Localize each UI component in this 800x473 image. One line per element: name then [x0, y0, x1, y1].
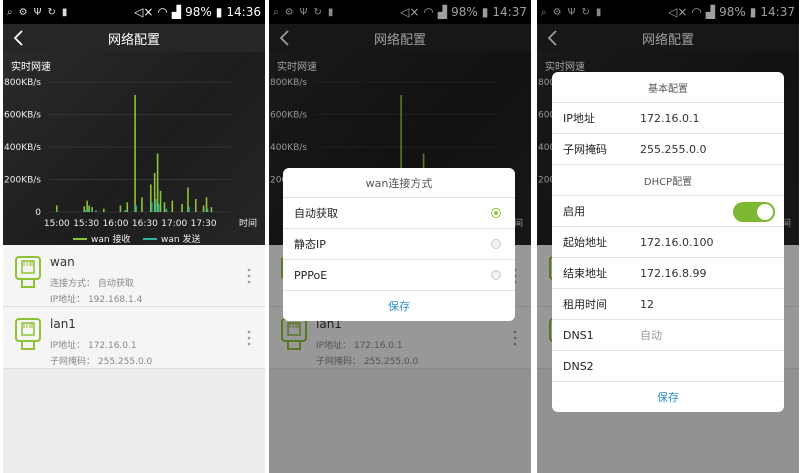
end-row[interactable]: 结束地址 172.16.8.99 [552, 258, 784, 289]
dns2-label: DNS2 [563, 359, 594, 373]
ethernet-port-icon [15, 318, 41, 350]
connection-mode: 连接方式： 自动获取 [50, 279, 134, 289]
lease-row[interactable]: 租用时间 12 [552, 289, 784, 320]
ip-input[interactable]: 172.16.0.1 [640, 112, 699, 125]
search-icon: ⌕ [7, 6, 13, 18]
legend-label: wan 接收 [91, 233, 130, 245]
phone-screen-3: ⌕ ⚙ Ψ ↻ ▮ ◁× ◠ ▟ 98% ▮ 14:37 网络配置 实时网速 0… [537, 0, 799, 473]
chart-title: 实时网速 [11, 62, 51, 73]
usb-icon: Ψ [33, 6, 42, 18]
dhcp-toggle[interactable] [733, 202, 775, 222]
option-label: 静态IP [294, 238, 326, 251]
ip-row[interactable]: IP地址 172.16.0.1 [552, 103, 784, 134]
y-tick-label: 200KB/s [4, 176, 41, 186]
dns2-row[interactable]: DNS2 [552, 351, 784, 382]
radio-unselected[interactable] [491, 239, 501, 249]
wan-mode-dialog: wan连接方式 自动获取 静态IP PPPoE 保存 [283, 168, 515, 321]
status-bar: ⌕ ⚙ Ψ ↻ ▮ ◁× ◠ ▟ 98% ▮ 14:36 [3, 0, 265, 24]
mask-label: 子网掩码 [563, 143, 607, 156]
list-item-wan[interactable]: wan 连接方式： 自动获取 IP地址： 192.168.1.4 [3, 245, 265, 307]
x-tick-label: 16:00 [103, 219, 129, 229]
signal-icon: ▟ [171, 5, 182, 19]
subnet-mask: 子网掩码： 255.255.0.0 [50, 357, 153, 367]
end-input[interactable]: 172.16.8.99 [640, 267, 706, 280]
save-button[interactable]: 保存 [552, 382, 784, 412]
mask-input[interactable]: 255.255.0.0 [640, 143, 706, 156]
phone-screen-1: ⌕ ⚙ Ψ ↻ ▮ ◁× ◠ ▟ 98% ▮ 14:36 网络配置 实时网速 0… [3, 0, 265, 473]
interface-name: lan1 [50, 317, 76, 331]
option-label: PPPoE [294, 268, 328, 282]
x-tick-label: 16:30 [132, 219, 158, 229]
basic-config-header: 基本配置 [552, 72, 784, 103]
more-options-icon[interactable] [245, 267, 253, 285]
lan-config-dialog: 基本配置 IP地址 172.16.0.1 子网掩码 255.255.0.0 DHCP… [552, 72, 784, 412]
lease-input[interactable]: 12 [640, 298, 654, 311]
dhcp-enable-row[interactable]: 启用 [552, 196, 784, 227]
app-bar: 网络配置 [3, 24, 265, 52]
wifi-icon: ◠ [157, 5, 168, 19]
y-tick-label: 800KB/s [4, 78, 41, 88]
battery-icon: ▮ [215, 5, 223, 19]
ip-address: IP地址： 172.16.0.1 [50, 341, 137, 351]
end-label: 结束地址 [563, 267, 607, 280]
more-options-icon[interactable] [245, 329, 253, 347]
list-item-lan1[interactable]: lan1 IP地址： 172.16.0.1 子网掩码： 255.255.0.0 [3, 307, 265, 369]
option-label: 自动获取 [294, 207, 338, 220]
x-tick-label: 17:00 [161, 219, 187, 229]
y-tick-label: 0 [35, 208, 41, 218]
radio-selected[interactable] [491, 208, 501, 218]
ip-address: IP地址： 192.168.1.4 [50, 295, 143, 305]
sim-icon: ▮ [61, 6, 68, 18]
interface-name: wan [50, 255, 75, 269]
notification-icons: ⌕ ⚙ Ψ ↻ ▮ [7, 7, 67, 18]
dialog-title: wan连接方式 [283, 168, 515, 198]
phone-screen-2: ⌕ ⚙ Ψ ↻ ▮ ◁× ◠ ▟ 98% ▮ 14:37 网络配置 实时网速 0… [269, 0, 531, 473]
x-tick-label: 15:30 [73, 219, 99, 229]
x-axis-label: 时间 [239, 217, 257, 229]
y-tick-label: 400KB/s [4, 143, 41, 153]
start-input[interactable]: 172.16.0.100 [640, 236, 713, 249]
mute-icon: ◁× [134, 5, 154, 19]
battery-level: 98% [185, 5, 212, 19]
y-tick-label: 600KB/s [4, 111, 41, 121]
back-icon[interactable] [11, 28, 29, 48]
sync-icon: ↻ [47, 6, 56, 18]
option-static-ip[interactable]: 静态IP [283, 229, 515, 260]
dns1-input[interactable]: 自动 [640, 327, 662, 343]
option-dhcp[interactable]: 自动获取 [283, 198, 515, 229]
legend-label: wan 发送 [161, 233, 200, 245]
x-tick-label: 17:30 [191, 219, 217, 229]
start-label: 起始地址 [563, 236, 607, 249]
start-row[interactable]: 起始地址 172.16.0.100 [552, 227, 784, 258]
chart-svg: 0 200KB/s 400KB/s 600KB/s 800KB/s 15:0015:30 1… [4, 78, 257, 245]
dns1-label: DNS1 [563, 328, 594, 342]
mask-row[interactable]: 子网掩码 255.255.0.0 [552, 134, 784, 165]
dhcp-config-header: DHCP配置 [552, 165, 784, 196]
save-button[interactable]: 保存 [283, 291, 515, 321]
page-title: 网络配置 [107, 32, 160, 48]
ip-label: IP地址 [563, 112, 595, 125]
x-tick-label: 15:00 [44, 219, 70, 229]
interface-list: wan 连接方式： 自动获取 IP地址： 192.168.1.4 lan1 IP… [3, 245, 265, 473]
realtime-speed-chart: 实时网速 0200KB/s400KB/s600KB/s800KB/s15:001… [3, 52, 265, 245]
settings-icon: ⚙ [18, 6, 28, 18]
dns1-row[interactable]: DNS1 自动 [552, 320, 784, 351]
ethernet-port-icon [15, 256, 41, 288]
radio-unselected[interactable] [491, 270, 501, 280]
lease-label: 租用时间 [563, 298, 607, 311]
clock: 14:36 [226, 5, 261, 19]
option-pppoe[interactable]: PPPoE [283, 260, 515, 291]
enable-label: 启用 [563, 205, 585, 218]
